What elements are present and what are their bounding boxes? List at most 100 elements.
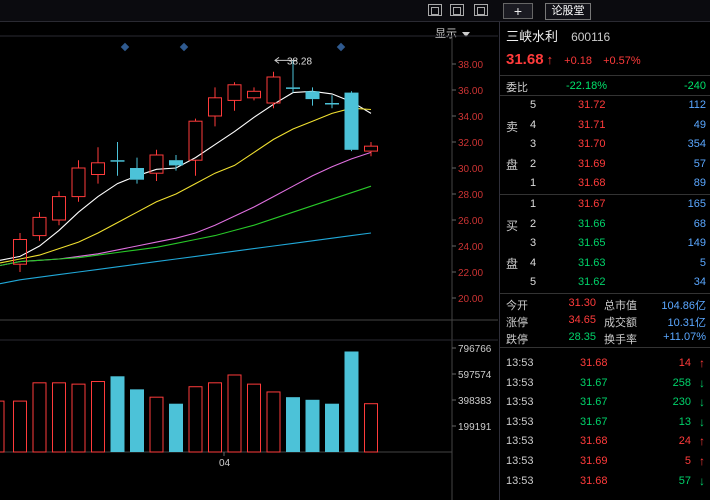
tick-row: 13:53 31.68 24 ↑ [500,432,710,452]
restore-window-icon-2[interactable] [450,4,464,16]
volume-bar [52,382,66,453]
buy-side-label-2: 盘 [506,257,519,271]
restore-window-icon[interactable] [428,4,442,16]
tab-stock-forum[interactable]: 论股堂 [545,3,591,20]
candle [305,91,320,100]
tick-qty: 24 [678,435,691,448]
volume-bar-partial [0,400,5,453]
price-axis-label: 34.00 [458,112,483,123]
stat-k2: 总市值 [604,300,637,312]
tick-price: 31.69 [580,455,608,467]
candle [130,168,144,180]
volume-bar [305,399,320,452]
volume-bar [32,382,47,453]
tick-time: 13:53 [506,357,534,369]
up-arrow-icon: ↑ [546,52,554,67]
sell-level-num: 1 [530,177,537,190]
tick-price: 31.68 [580,357,608,369]
kline-chart-area[interactable]: 显示 38.00 36.00 34.00 32.00 30.00 28.00 26.00 24… [0,22,498,500]
top-toolbar: + 论股堂 [0,0,710,22]
order-ratio-label: 委比 [506,82,528,94]
maximize-window-icon[interactable] [474,4,488,16]
price-axis-label: 22.00 [458,268,483,279]
down-arrow-icon: ↓ [699,395,705,410]
tick-time: 13:53 [506,435,534,448]
volume-bar [13,400,27,453]
price-axis-label: 36.00 [458,86,483,97]
stat-v1: 34.65 [568,314,596,326]
volume-bar [110,376,125,452]
volume-bar [364,403,378,453]
tick-time: 13:53 [506,415,534,428]
max-price-annotation: 38.28 [287,56,312,67]
event-marker-icon [179,42,189,52]
candle [110,160,125,162]
buy-level-price: 31.67 [578,198,606,210]
sell-level-qty: 112 [688,99,706,111]
tick-price: 31.67 [580,376,608,389]
sell-level-num: 3 [530,138,537,151]
tick-qty: 258 [672,376,691,389]
volume-bar [247,383,261,453]
order-ratio-pct: -22.18% [566,80,607,92]
candle [344,92,359,150]
volume-axis-label: 199191 [458,422,492,433]
candle [13,239,27,265]
stat-k1: 今开 [506,300,528,312]
volume-bar [71,383,86,453]
volume-bar [130,389,144,452]
buy-order-book: 买 盘 1 31.67 165 2 31.66 68 3 31.65 149 4 31.63 5 5 31… [500,195,710,294]
tick-time: 13:53 [506,474,534,487]
buy-level-price: 31.65 [578,237,606,250]
buy-side-label: 买 [506,219,519,233]
volume-bar [208,382,222,453]
buy-level-qty: 165 [687,198,706,210]
tick-row: 13:53 31.67 13 ↓ [500,413,710,433]
price-axis-label: 24.00 [458,242,483,253]
tick-qty: 13 [678,415,691,428]
tick-qty: 57 [678,474,691,487]
price-change: +0.18 [564,55,593,67]
volume-bar [286,397,300,452]
volume-axis-label: 796766 [458,344,492,355]
candle [364,145,378,152]
buy-level-qty: 149 [687,237,706,250]
tick-qty: 5 [684,455,691,467]
tick-qty: 230 [672,396,691,409]
price-axis-label: 28.00 [458,190,483,201]
buy-level-qty: 34 [693,276,706,289]
stat-k2: 换手率 [604,334,637,346]
volume-bar [266,391,281,453]
sell-level-num: 5 [530,99,537,111]
stat-k1: 涨停 [506,317,528,329]
candle [169,160,183,166]
x-axis-label: 04 [219,458,231,469]
sell-level-price: 31.69 [578,157,606,170]
up-arrow-icon: ↑ [699,356,705,370]
stat-v1: 28.35 [568,331,596,343]
kline-svg: 38.00 36.00 34.00 32.00 30.00 28.00 26.00 24.00… [0,35,498,500]
sell-level-num: 4 [530,118,537,131]
volume-bar [344,351,359,452]
stat-v2: 10.31亿 [667,317,706,329]
up-arrow-icon: ↑ [699,434,705,449]
tick-row: 13:53 31.69 5 ↑ [500,452,710,472]
add-button[interactable]: + [503,3,533,19]
sell-level-price: 31.72 [578,99,606,111]
volume-bar [325,403,339,452]
stat-k2: 成交额 [604,317,637,329]
sell-level-num: 2 [530,157,537,170]
price-axis-label: 20.00 [458,294,483,305]
price-axis-label: 30.00 [458,164,483,175]
stat-k1: 跌停 [506,334,528,346]
buy-level-num: 3 [530,237,537,250]
stats-block: 今开 31.30 总市值 104.86亿 涨停 34.65 成交额 10.31亿 跌停 28.35… [500,294,710,348]
sell-side-label: 卖 [506,120,519,134]
buy-level-price: 31.62 [578,276,606,289]
price-axis-label: 32.00 [458,138,483,149]
tick-row: 13:53 31.67 230 ↓ [500,393,710,413]
tick-price: 31.67 [580,396,608,409]
sell-side-label-2: 盘 [506,158,519,172]
tick-row: 13:53 31.68 57 ↓ [500,472,710,492]
ma-line-ma60 [0,232,372,285]
